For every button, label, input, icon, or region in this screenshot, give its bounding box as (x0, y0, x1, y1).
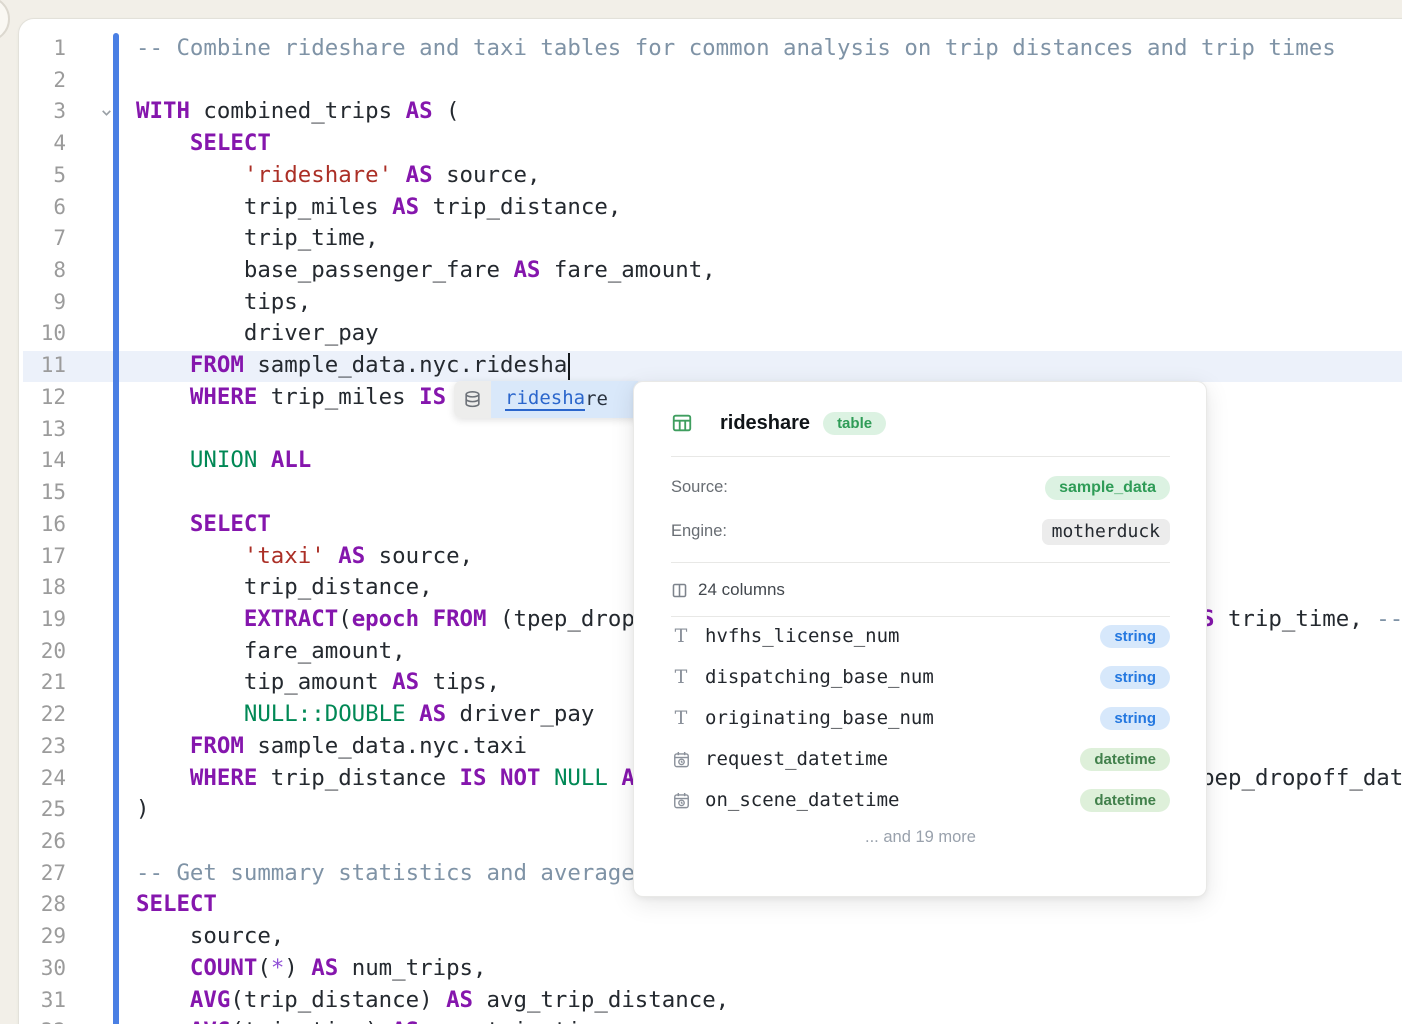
popup-header: rideshare table (671, 408, 1170, 438)
code-line[interactable]: COUNT(*) AS num_trips, (136, 953, 1402, 985)
line-number[interactable]: 12 (19, 382, 66, 414)
line-number[interactable]: 13 (19, 414, 66, 446)
columns-summary: 24 columns (671, 578, 1170, 602)
popup-column-list: Thvfhs_license_numstringTdispatching_bas… (671, 624, 1170, 812)
popup-field-row: Source: sample_data (671, 474, 1170, 501)
line-number[interactable]: 9 (19, 287, 66, 319)
code-line[interactable]: -- Combine rideshare and taxi tables for… (136, 33, 1402, 65)
line-number[interactable]: 24 (19, 763, 66, 795)
code-line[interactable]: FROM sample_data.nyc.ridesha (136, 350, 1402, 382)
line-number[interactable]: 26 (19, 826, 66, 858)
code-line[interactable]: AVG(trip_distance) AS avg_trip_distance, (136, 985, 1402, 1017)
autocomplete-item-rideshare[interactable]: rideshare (491, 381, 638, 418)
field-value-badge: sample_data (1045, 476, 1170, 500)
popup-fields: Source: sample_data Engine: motherduck (671, 474, 1170, 545)
code-line[interactable]: source, (136, 921, 1402, 953)
line-number[interactable]: 22 (19, 699, 66, 731)
field-label: Engine: (671, 522, 727, 541)
text-type-icon: T (671, 627, 691, 646)
column-name: on_scene_datetime (705, 789, 1080, 811)
line-number[interactable]: 31 (19, 985, 66, 1017)
line-number[interactable]: 23 (19, 731, 66, 763)
code-line[interactable]: SELECT (136, 128, 1402, 160)
code-line[interactable]: base_passenger_fare AS fare_amount, (136, 255, 1402, 287)
calendar-clock-icon (671, 750, 691, 769)
line-number[interactable]: 28 (19, 889, 66, 921)
column-type-badge: string (1100, 625, 1170, 648)
columns-icon (671, 582, 688, 599)
autocomplete-rest-text: re (585, 388, 608, 410)
database-icon (454, 381, 491, 418)
field-label: Source: (671, 478, 728, 497)
more-columns-label: ... and 19 more (671, 828, 1170, 847)
column-name: hvfhs_license_num (705, 625, 1100, 647)
divider (671, 562, 1170, 563)
code-line[interactable]: AVG(trip_time) AS avg_trip_time, (136, 1016, 1402, 1024)
line-number[interactable]: 18 (19, 572, 66, 604)
divider (671, 456, 1170, 457)
sql-editor-panel: 1234567891011121314151617181920212223242… (18, 18, 1402, 1024)
line-number[interactable]: 14 (19, 445, 66, 477)
column-name: dispatching_base_num (705, 666, 1100, 688)
line-number[interactable]: 16 (19, 509, 66, 541)
columns-summary-label: 24 columns (698, 580, 785, 600)
line-number[interactable]: 15 (19, 477, 66, 509)
line-number[interactable]: 3 (19, 96, 66, 128)
line-number[interactable]: 27 (19, 858, 66, 890)
line-number[interactable]: 21 (19, 667, 66, 699)
text-cursor (568, 353, 570, 380)
app-root: { "colors": { "accent-bar": "#4a7fe4", "… (0, 0, 1402, 1024)
column-type-badge: datetime (1080, 748, 1170, 771)
divider (671, 616, 1170, 617)
line-number[interactable]: 25 (19, 794, 66, 826)
table-info-popup: rideshare table Source: sample_data Engine… (633, 381, 1207, 897)
column-name: request_datetime (705, 748, 1080, 770)
column-row: Tdispatching_base_numstring (671, 665, 1170, 689)
line-number[interactable]: 32 (19, 1016, 66, 1024)
column-type-badge: string (1100, 666, 1170, 689)
autocomplete-popup: rideshare (454, 381, 638, 418)
line-number[interactable]: 20 (19, 636, 66, 668)
line-number[interactable]: 7 (19, 223, 66, 255)
line-number[interactable]: 30 (19, 953, 66, 985)
line-number[interactable]: 8 (19, 255, 66, 287)
gutter: 1234567891011121314151617181920212223242… (19, 33, 66, 1024)
line-number[interactable]: 6 (19, 192, 66, 224)
column-row: Toriginating_base_numstring (671, 706, 1170, 730)
column-row: request_datetimedatetime (671, 747, 1170, 771)
popup-title: rideshare (720, 412, 810, 435)
code-line[interactable]: trip_miles AS trip_distance, (136, 192, 1402, 224)
line-number[interactable]: 19 (19, 604, 66, 636)
text-type-icon: T (671, 709, 691, 728)
field-value-badge: motherduck (1042, 519, 1170, 545)
code-line[interactable]: trip_time, (136, 223, 1402, 255)
line-number[interactable]: 1 (19, 33, 66, 65)
calendar-clock-icon (671, 791, 691, 810)
column-type-badge: string (1100, 707, 1170, 730)
code-line[interactable]: tips, (136, 287, 1402, 319)
column-type-badge: datetime (1080, 789, 1170, 812)
cell-focus-bar (113, 33, 119, 1024)
code-line[interactable]: driver_pay (136, 318, 1402, 350)
line-number[interactable]: 17 (19, 541, 66, 573)
column-name: originating_base_num (705, 707, 1100, 729)
line-number[interactable]: 11 (19, 350, 66, 382)
code-line[interactable]: WITH combined_trips AS ( (136, 96, 1402, 128)
table-grid-icon (671, 412, 693, 434)
autocomplete-matched-text: ridesha (505, 387, 585, 411)
popup-field-row: Engine: motherduck (671, 518, 1170, 545)
text-type-icon: T (671, 668, 691, 687)
partial-edge-widget (0, 0, 10, 42)
code-line[interactable] (136, 65, 1402, 97)
line-number[interactable]: 4 (19, 128, 66, 160)
code-line[interactable]: 'rideshare' AS source, (136, 160, 1402, 192)
table-type-badge: table (823, 412, 886, 435)
column-row: on_scene_datetimedatetime (671, 788, 1170, 812)
line-number[interactable]: 10 (19, 318, 66, 350)
line-number[interactable]: 29 (19, 921, 66, 953)
line-number[interactable]: 5 (19, 160, 66, 192)
line-number[interactable]: 2 (19, 65, 66, 97)
column-row: Thvfhs_license_numstring (671, 624, 1170, 648)
